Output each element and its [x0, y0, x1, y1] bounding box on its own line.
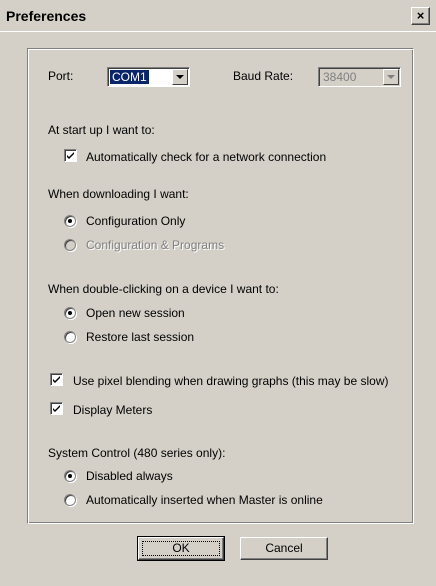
checkmark-icon: [53, 405, 60, 412]
pixel-blending-label: Use pixel blending when drawing graphs (…: [73, 374, 389, 388]
baud-rate-select: 38400: [318, 67, 401, 87]
startup-heading: At start up I want to:: [48, 123, 155, 137]
doubleclick-heading: When double-clicking on a device I want …: [48, 282, 279, 296]
chevron-down-icon[interactable]: [172, 69, 188, 85]
close-button[interactable]: ×: [411, 7, 430, 25]
pixel-blending-checkbox[interactable]: [50, 373, 63, 386]
restore-last-session-radio[interactable]: [64, 331, 76, 343]
download-config-only-label: Configuration Only: [86, 214, 186, 228]
title-bar: Preferences ×: [0, 0, 436, 32]
display-meters-label: Display Meters: [73, 403, 153, 417]
download-config-programs-radio: [64, 239, 76, 251]
checkmark-icon: [67, 152, 74, 159]
close-icon: ×: [416, 8, 425, 23]
window-title: Preferences: [6, 8, 87, 24]
download-heading: When downloading I want:: [48, 187, 189, 201]
ok-button[interactable]: OK: [137, 536, 225, 561]
focus-ring: [142, 541, 220, 556]
auto-check-checkbox[interactable]: [64, 149, 77, 162]
cancel-button[interactable]: Cancel: [240, 537, 328, 560]
download-config-only-radio[interactable]: [64, 215, 76, 227]
open-new-session-radio[interactable]: [64, 307, 76, 319]
open-new-session-label: Open new session: [86, 306, 185, 320]
auto-inserted-radio[interactable]: [64, 494, 76, 506]
disabled-always-radio[interactable]: [64, 470, 76, 482]
chevron-down-icon: [383, 69, 399, 85]
port-value: COM1: [109, 69, 150, 85]
checkmark-icon: [53, 376, 60, 383]
auto-check-label: Automatically check for a network connec…: [86, 150, 327, 164]
auto-inserted-label: Automatically inserted when Master is on…: [86, 493, 323, 507]
baud-rate-label: Baud Rate:: [233, 69, 294, 83]
port-select[interactable]: COM1: [107, 67, 190, 87]
restore-last-session-label: Restore last session: [86, 330, 195, 344]
disabled-always-label: Disabled always: [86, 469, 173, 483]
cancel-button-label: Cancel: [265, 541, 303, 555]
baud-rate-value: 38400: [323, 70, 357, 84]
display-meters-checkbox[interactable]: [50, 402, 63, 415]
port-label: Port:: [48, 69, 74, 83]
download-config-programs-label: Configuration & Programs: [86, 238, 225, 252]
system-control-heading: System Control (480 series only):: [48, 446, 226, 460]
